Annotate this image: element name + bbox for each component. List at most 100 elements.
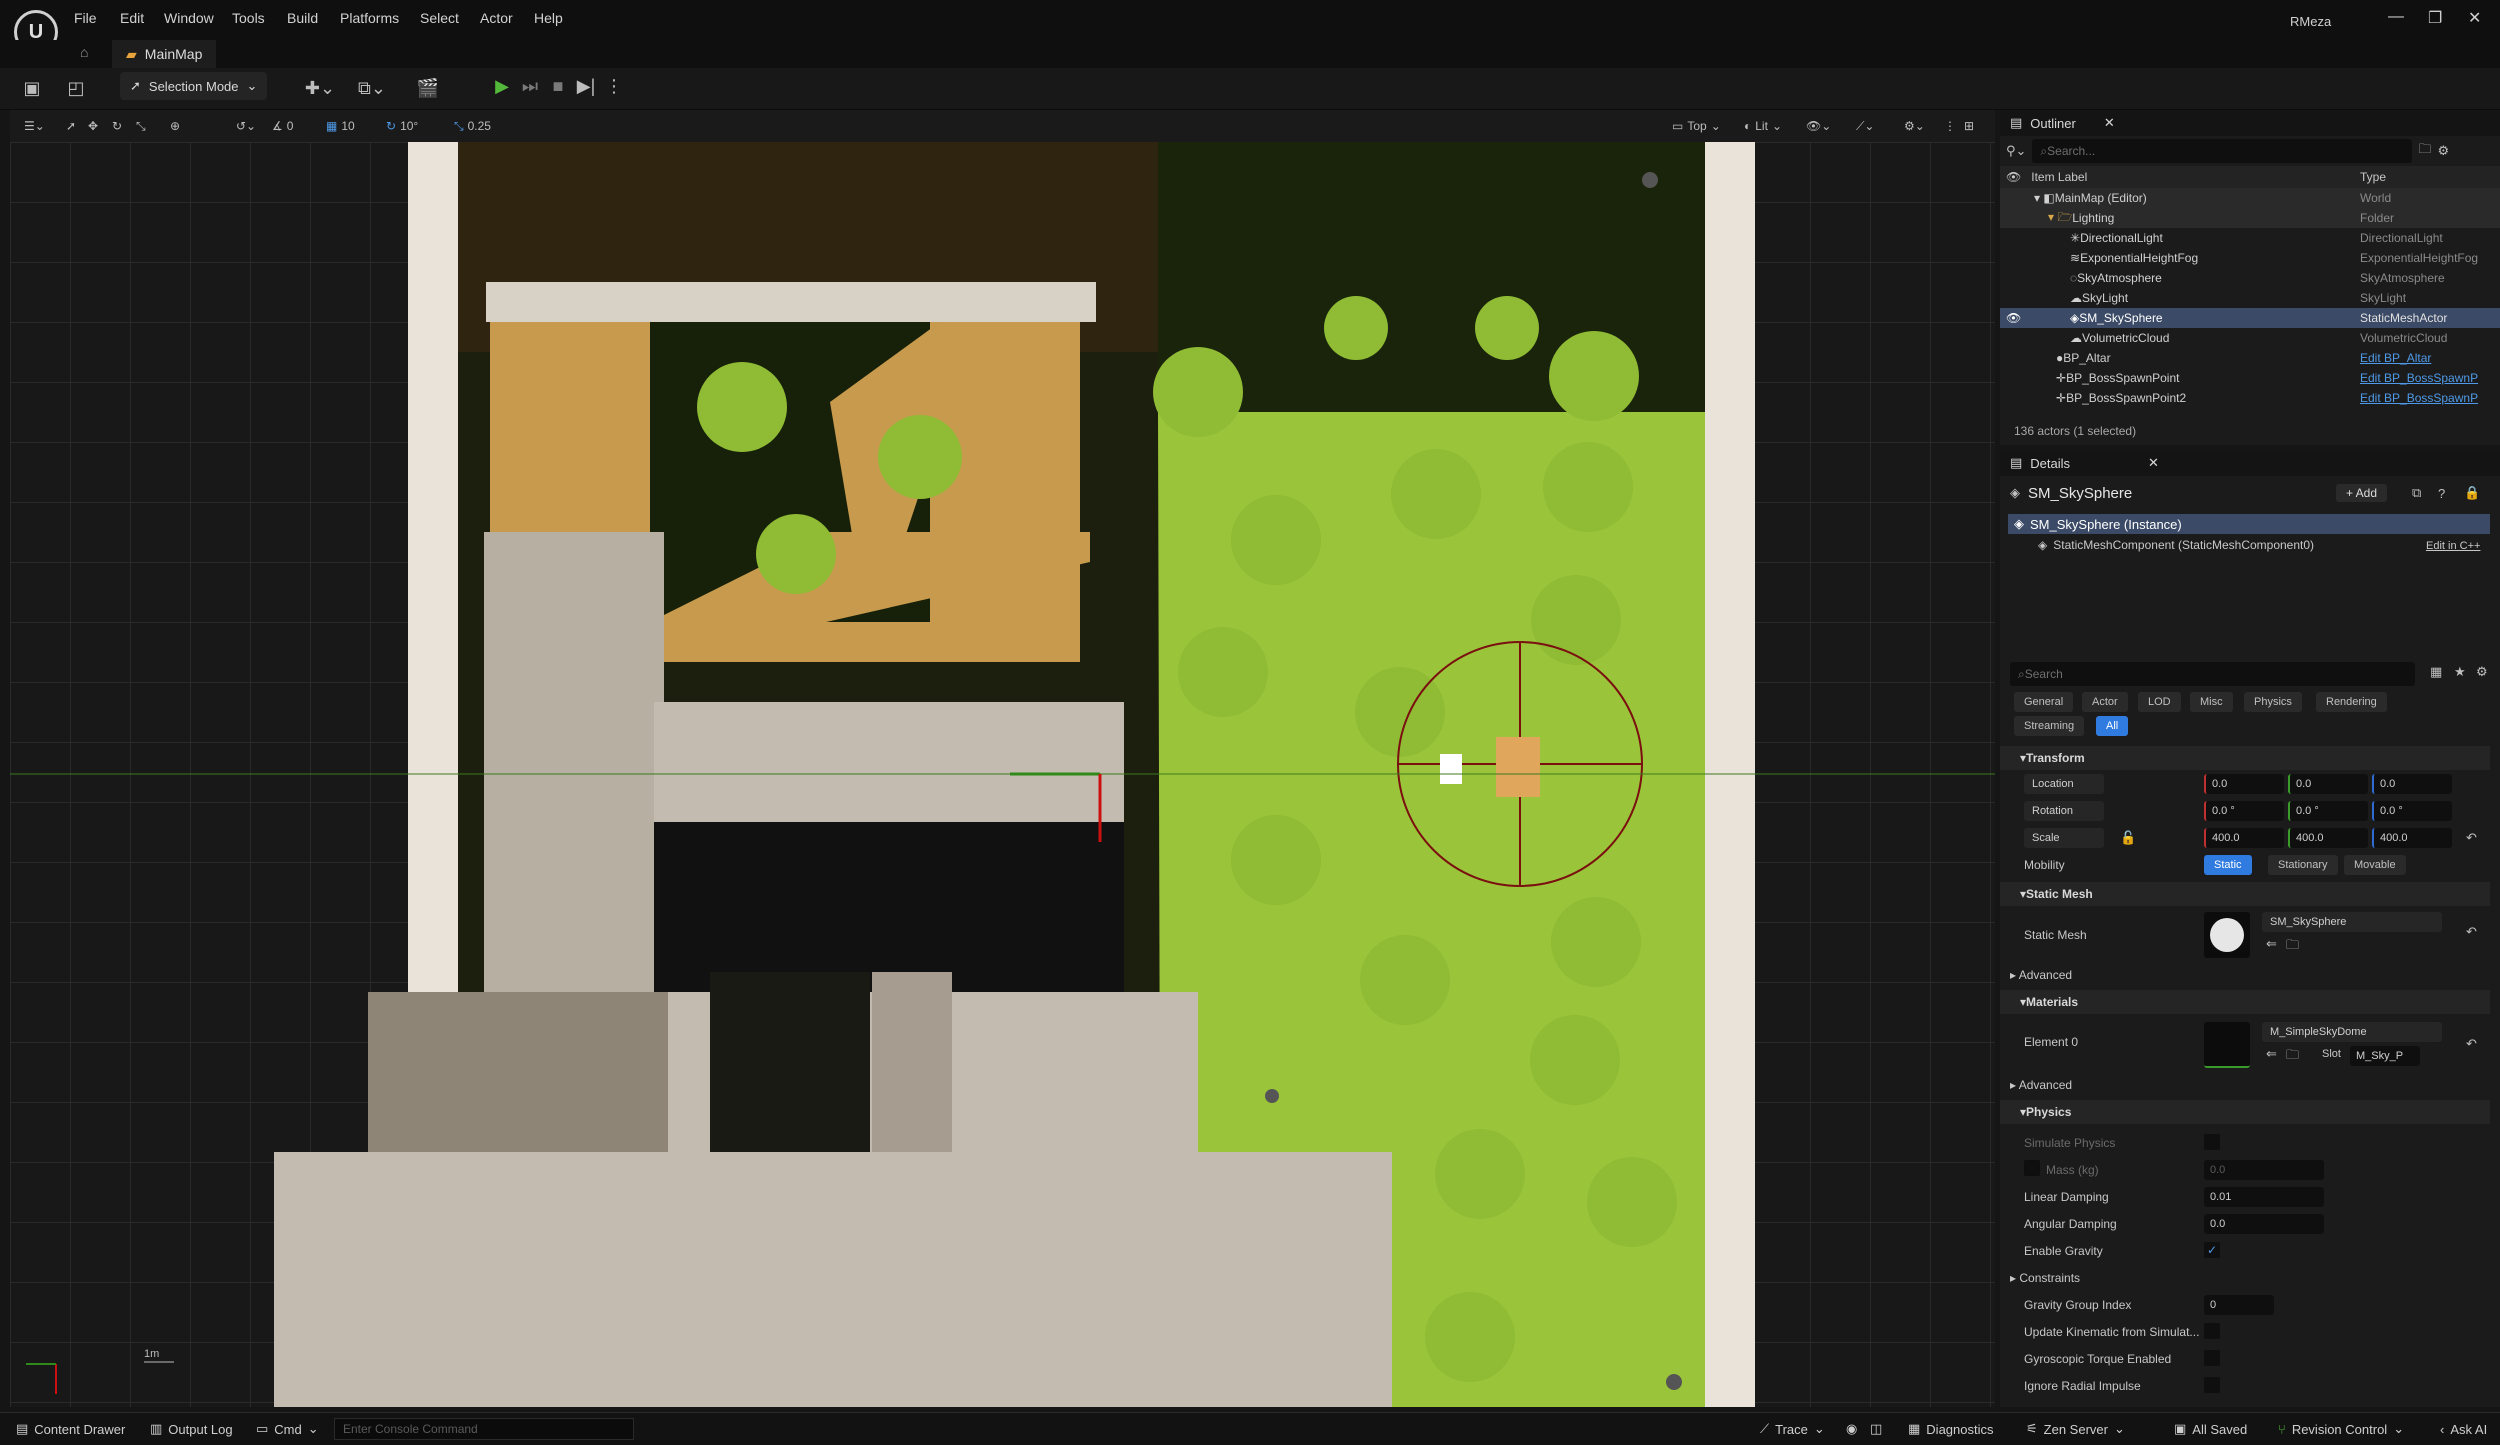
world-local-icon[interactable]: ⊕: [170, 114, 180, 138]
angular-damping-field[interactable]: 0.0: [2204, 1214, 2324, 1234]
type-header[interactable]: Type: [2360, 170, 2386, 184]
find-icon[interactable]: 🗀: [2286, 1046, 2299, 1068]
rotate-tool-icon[interactable]: ↻: [112, 114, 122, 138]
enable-gravity-checkbox[interactable]: ✓: [2204, 1242, 2220, 1258]
details-search-input[interactable]: ⌕ Search: [2010, 662, 2415, 686]
add-folder-icon[interactable]: 🗀: [2418, 140, 2431, 162]
filter-icon[interactable]: ⚲⌄: [2006, 143, 2026, 159]
cmd-dropdown[interactable]: ▭ Cmd ⌄: [256, 1418, 319, 1440]
list-item[interactable]: ✳ DirectionalLight DirectionalLight: [2000, 228, 2500, 248]
component-instance-row[interactable]: ◈ SM_SkySphere (Instance): [2008, 514, 2490, 534]
selection-mode-dropdown[interactable]: ➚ Selection Mode ⌄: [120, 72, 268, 100]
mass-override-checkbox[interactable]: [2024, 1160, 2040, 1176]
add-actor-icon[interactable]: ✚⌄: [300, 74, 340, 102]
rotation-y[interactable]: 0.0 °: [2288, 801, 2368, 821]
surface-snap-icon[interactable]: ↺⌄: [236, 114, 256, 138]
scale-y[interactable]: 400.0: [2288, 828, 2368, 848]
all-saved-button[interactable]: ▣ All Saved: [2174, 1418, 2247, 1440]
reset-icon[interactable]: ↶: [2466, 1036, 2477, 1052]
cinematics-icon[interactable]: 🎬: [408, 74, 448, 102]
constraints-row[interactable]: ▸ Constraints: [2010, 1271, 2080, 1285]
filter-rendering[interactable]: Rendering: [2316, 692, 2387, 712]
menu-actor[interactable]: Actor: [480, 10, 513, 26]
menu-file[interactable]: File: [74, 10, 97, 26]
filter-general[interactable]: General: [2014, 692, 2074, 712]
angle-snap[interactable]: ∡ 0: [272, 114, 293, 138]
console-command-input[interactable]: Enter Console Command: [334, 1418, 634, 1440]
grid-snap[interactable]: ▦ 10: [326, 114, 355, 138]
scale-tool-icon[interactable]: ⤡: [136, 114, 146, 138]
user-name[interactable]: RMeza: [2290, 14, 2331, 29]
menu-select[interactable]: Select: [420, 10, 459, 26]
slot-value[interactable]: M_Sky_P: [2350, 1046, 2420, 1066]
output-log-button[interactable]: ▥ Output Log: [150, 1418, 233, 1440]
section-materials[interactable]: ▾ Materials: [2000, 990, 2490, 1014]
blueprint-icon[interactable]: ⧉: [2412, 485, 2421, 501]
settings-icon[interactable]: ⚙: [2476, 664, 2488, 680]
filter-lod[interactable]: LOD: [2138, 692, 2181, 712]
layout-icon[interactable]: ⊞: [1964, 114, 1974, 138]
filter-physics[interactable]: Physics: [2244, 692, 2302, 712]
mobility-static[interactable]: Static: [2204, 855, 2252, 875]
spawn-point-2[interactable]: [1666, 1374, 1682, 1390]
realtime-icon[interactable]: ⟋⌄: [1856, 114, 1874, 138]
list-item[interactable]: ✛ BP_BossSpawnPoint Edit BP_BossSpawnP: [2000, 368, 2500, 388]
update-kinematic-checkbox[interactable]: [2204, 1323, 2220, 1339]
menu-window[interactable]: Window: [164, 10, 214, 26]
material-thumbnail[interactable]: [2204, 1022, 2250, 1068]
favorite-icon[interactable]: ★: [2454, 664, 2466, 680]
viewport-options-icon[interactable]: ☰⌄: [24, 114, 45, 138]
details-tab[interactable]: ▤ Details ✕: [2000, 450, 2500, 476]
close-icon[interactable]: ✕: [2104, 115, 2115, 131]
menu-edit[interactable]: Edit: [120, 10, 144, 26]
ask-ai-button[interactable]: ‹ Ask AI: [2440, 1418, 2487, 1440]
material-dropdown[interactable]: M_SimpleSkyDome: [2262, 1022, 2442, 1042]
location-x[interactable]: 0.0: [2204, 774, 2284, 794]
close-window-icon[interactable]: ✕: [2468, 8, 2481, 28]
materials-advanced[interactable]: ▸ Advanced: [2010, 1078, 2072, 1092]
close-icon[interactable]: ✕: [2148, 455, 2159, 471]
content-browser-icon[interactable]: ◰: [62, 74, 90, 102]
rotation-x[interactable]: 0.0 °: [2204, 801, 2284, 821]
filter-misc[interactable]: Misc: [2190, 692, 2233, 712]
mass-field[interactable]: 0.0: [2204, 1160, 2324, 1180]
list-item[interactable]: ≋ ExponentialHeightFog ExponentialHeightF…: [2000, 248, 2500, 268]
add-component-button[interactable]: + Add: [2336, 484, 2388, 502]
visibility-icon[interactable]: 👁: [2006, 311, 2021, 325]
diagnostics-button[interactable]: ▦ Diagnostics: [1908, 1418, 1994, 1440]
revision-control-dropdown[interactable]: ⑂ Revision Control ⌄: [2278, 1418, 2404, 1440]
linear-damping-field[interactable]: 0.01: [2204, 1187, 2324, 1207]
help-icon[interactable]: ?: [2438, 486, 2445, 501]
select-tool-icon[interactable]: ➚: [66, 114, 76, 138]
scale-snap[interactable]: ⤡ 0.25: [454, 114, 491, 138]
edit-in-cpp-link[interactable]: Edit in C++: [2426, 540, 2480, 552]
simulate-physics-checkbox[interactable]: [2204, 1134, 2220, 1150]
step-icon[interactable]: ⏭: [516, 72, 544, 100]
lock-icon[interactable]: 🔒: [2464, 485, 2480, 501]
play-options-icon[interactable]: ⋮: [600, 72, 628, 100]
rotation-z[interactable]: 0.0 °: [2372, 801, 2452, 821]
browse-icon[interactable]: ⇐: [2266, 936, 2277, 952]
outliner-settings-icon[interactable]: ⚙: [2437, 143, 2449, 159]
minimize-icon[interactable]: —: [2388, 8, 2404, 26]
browse-icon[interactable]: ⇐: [2266, 1046, 2277, 1062]
location-z[interactable]: 0.0: [2372, 774, 2452, 794]
list-item[interactable]: ▾ 🗁 Lighting Folder: [2000, 208, 2500, 228]
more-options-icon[interactable]: ⋮: [1944, 114, 1956, 138]
gravity-group-field[interactable]: 0: [2204, 1295, 2274, 1315]
mesh-thumbnail[interactable]: [2204, 912, 2250, 958]
outliner-tab[interactable]: ▤ Outliner ✕: [2000, 110, 2500, 136]
zen-server-dropdown[interactable]: ⚟ Zen Server ⌄: [2026, 1418, 2125, 1440]
tab-mainmap[interactable]: ▰ MainMap: [112, 40, 217, 68]
scale-dropdown[interactable]: Scale: [2024, 828, 2104, 848]
reset-icon[interactable]: ↶: [2466, 830, 2477, 846]
list-item[interactable]: ✛ BP_BossSpawnPoint2 Edit BP_BossSpawnP: [2000, 388, 2500, 408]
filter-streaming[interactable]: Streaming: [2014, 716, 2085, 736]
rotation-snap[interactable]: ↻ 10°: [386, 114, 418, 138]
list-item-selected[interactable]: 👁 ◈ SM_SkySphere StaticMeshActor: [2000, 308, 2500, 328]
spawn-point-3[interactable]: [1265, 1089, 1279, 1103]
blueprints-icon[interactable]: ⧉⌄: [352, 74, 392, 102]
translate-tool-icon[interactable]: ✥: [88, 114, 98, 138]
stop-icon[interactable]: ■: [544, 72, 572, 100]
ignore-radial-checkbox[interactable]: [2204, 1377, 2220, 1393]
